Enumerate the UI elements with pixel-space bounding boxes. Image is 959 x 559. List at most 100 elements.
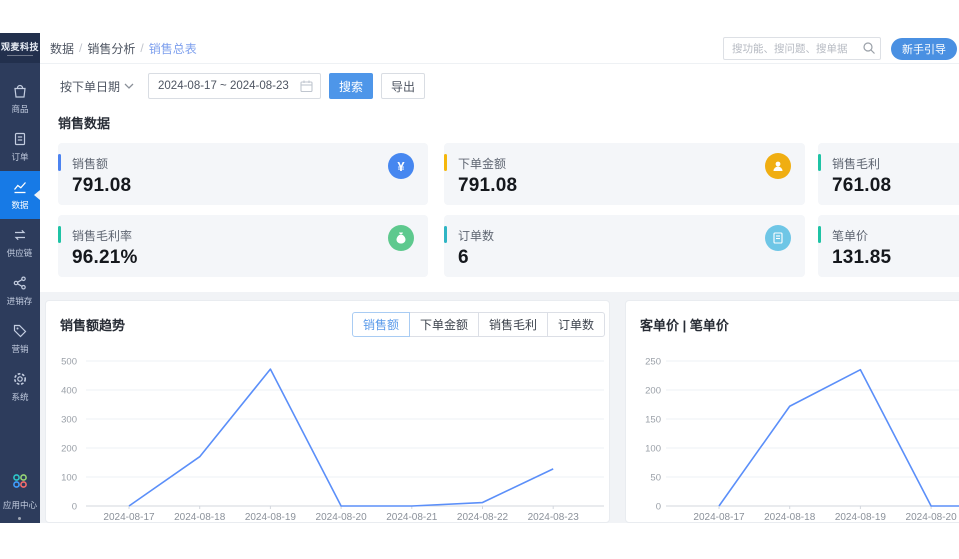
svg-text:150: 150 [645,415,661,426]
svg-text:2024-08-22: 2024-08-22 [457,512,509,523]
sales-trend-line-chart: 01002003004005002024-08-172024-08-182024… [46,343,611,523]
card-accent-bar [818,226,821,243]
svg-text:2024-08-21: 2024-08-21 [386,512,438,523]
trend-tab-2[interactable]: 销售毛利 [478,312,548,337]
svg-text:200: 200 [61,444,77,455]
svg-text:400: 400 [61,386,77,397]
global-search-input[interactable] [723,37,881,60]
metric-value: 96.21% [72,247,138,269]
metric-card: 销售毛利 761.08 [818,143,959,205]
brand-logo: 观麦科技 [0,33,40,63]
date-range-value: 2024-08-17 ~ 2024-08-23 [149,80,289,92]
metric-label: 订单数 [458,227,494,244]
sidebar-item-label: 系统 [11,390,28,402]
gear-icon [12,371,28,387]
svg-text:2024-08-20: 2024-08-20 [316,512,368,523]
date-range-input[interactable]: 2024-08-17 ~ 2024-08-23 [148,73,321,99]
tag-icon [12,323,28,339]
app-center-icon [11,472,29,495]
trend-tab-0[interactable]: 销售额 [352,312,410,337]
search-button[interactable]: 搜索 [329,73,373,99]
metric-card: 下单金额 791.08 [444,143,805,205]
sidebar-item-marketing[interactable]: 营销 [0,315,40,363]
card-accent-bar [58,154,61,171]
metric-label: 笔单价 [832,227,868,244]
sidebar-item-label: 数据 [11,198,28,210]
unit-price-panel: 客单价 | 笔单价 0501001502002502024-08-172024-… [625,300,959,523]
metric-label: 销售毛利率 [72,227,132,244]
svg-text:2024-08-23: 2024-08-23 [528,512,580,523]
sidebar-item-goods[interactable]: 商品 [0,75,40,123]
order-icon [12,131,28,147]
svg-text:2024-08-18: 2024-08-18 [174,512,226,523]
app-window: 观麦科技 商品订单数据供应链进销存营销系统 应用中心 数据 / 销售分析 / 销… [0,33,959,523]
sidebar: 观麦科技 商品订单数据供应链进销存营销系统 应用中心 [0,33,40,523]
sidebar-item-orders[interactable]: 订单 [0,123,40,171]
metric-label: 销售额 [72,155,108,172]
metric-card: 笔单价131.85 [818,215,959,277]
svg-text:0: 0 [72,502,77,513]
sidebar-item-supply[interactable]: 供应链 [0,219,40,267]
breadcrumb: 数据 / 销售分析 / 销售总表 [40,40,197,57]
active-item-notch [34,190,40,200]
sidebar-item-label: 营销 [11,342,28,354]
unit-price-title: 客单价 | 笔单价 [640,315,729,334]
inventory-icon [12,275,28,291]
sidebar-item-inventory[interactable]: 进销存 [0,267,40,315]
sidebar-item-system[interactable]: 系统 [0,363,40,411]
metric-value: 791.08 [72,175,131,197]
global-search [723,37,881,60]
brand-name: 观麦科技 [1,40,39,53]
breadcrumb-data[interactable]: 数据 [50,40,74,57]
sales-trend-panel: 销售额趋势 销售额下单金额销售毛利订单数 0100200300400500202… [45,300,610,523]
yen-icon: ¥ [388,153,414,179]
supply-chain-icon [12,227,28,243]
filter-bar: 按下单日期 2024-08-17 ~ 2024-08-23 搜索 导出 [40,64,959,108]
main-panel: 按下单日期 2024-08-17 ~ 2024-08-23 搜索 导出 [40,64,959,292]
svg-text:200: 200 [645,386,661,397]
beginner-guide-button[interactable]: 新手引导 [891,38,957,60]
date-type-select[interactable]: 按下单日期 [60,78,134,95]
svg-text:2024-08-18: 2024-08-18 [764,512,816,523]
metric-value: 791.08 [458,175,517,197]
metric-card: 销售毛利率 96.21% [58,215,428,277]
brand-subline [7,55,33,56]
metric-value: 761.08 [832,175,891,197]
user-icon [765,153,791,179]
metric-label: 下单金额 [458,155,506,172]
bag-icon [12,83,28,99]
svg-text:2024-08-19: 2024-08-19 [245,512,297,523]
trend-tab-3[interactable]: 订单数 [547,312,605,337]
breadcrumb-separator: / [140,41,143,55]
sidebar-item-label: 应用中心 [3,498,37,510]
svg-text:2024-08-19: 2024-08-19 [835,512,887,523]
sidebar-item-app-center[interactable]: 应用中心 [0,472,40,511]
sidebar-bottom-dot [18,517,21,520]
sidebar-item-data[interactable]: 数据 [0,171,40,219]
sidebar-item-label: 供应链 [7,246,33,258]
svg-text:100: 100 [61,473,77,484]
card-accent-bar [444,154,447,171]
sidebar-menu: 商品订单数据供应链进销存营销系统 [0,75,40,411]
chart-icon [12,179,28,195]
export-button[interactable]: 导出 [381,73,425,99]
svg-text:2024-08-17: 2024-08-17 [103,512,155,523]
sales-trend-tabs: 销售额下单金额销售毛利订单数 [352,312,605,337]
card-accent-bar [58,226,61,243]
moneybag-icon [388,225,414,251]
search-icon[interactable] [862,41,876,55]
sidebar-item-label: 商品 [11,102,28,114]
svg-text:300: 300 [61,415,77,426]
breadcrumb-separator: / [79,41,82,55]
sidebar-item-label: 进销存 [7,294,33,306]
svg-text:100: 100 [645,444,661,455]
trend-tab-1[interactable]: 下单金额 [409,312,479,337]
metric-label: 销售毛利 [832,155,880,172]
svg-text:2024-08-17: 2024-08-17 [693,512,745,523]
svg-text:2024-08-20: 2024-08-20 [906,512,958,523]
document-icon [765,225,791,251]
breadcrumb-sales-analysis[interactable]: 销售分析 [87,40,135,57]
breadcrumb-sales-summary: 销售总表 [149,40,197,57]
calendar-icon [299,79,314,94]
sales-trend-title: 销售额趋势 [60,315,125,334]
